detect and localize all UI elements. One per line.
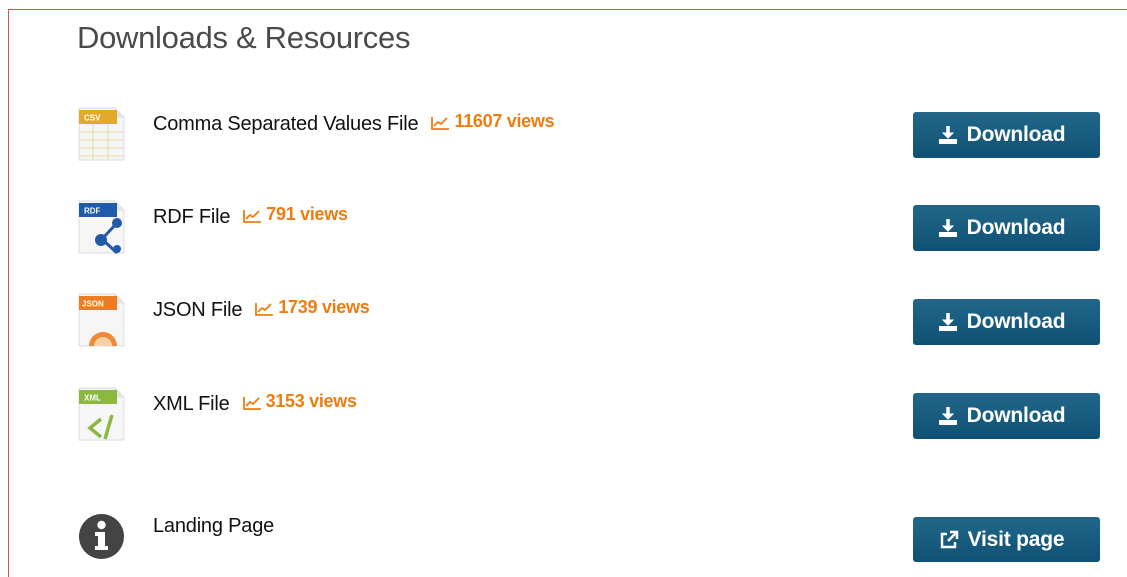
download-button-xml[interactable]: Download <box>913 393 1100 439</box>
rdf-file-icon: RDF <box>77 199 126 255</box>
line-chart-icon <box>255 302 274 316</box>
view-count[interactable]: 11607 views <box>430 111 555 132</box>
view-count-text: 3153 views <box>265 391 357 411</box>
visit-page-button-label: Visit page <box>967 527 1065 551</box>
resource-row-rdf: RDF RDF File 791 views Download <box>0 193 1127 273</box>
file-name: Comma Separated Values File <box>153 112 419 135</box>
svg-text:RDF: RDF <box>84 207 101 216</box>
resource-label: XML File 3153 views <box>153 391 357 416</box>
download-button-label: Download <box>966 404 1066 427</box>
file-name: RDF File <box>153 205 231 228</box>
download-icon <box>938 126 957 144</box>
xml-file-icon: XML <box>77 386 126 442</box>
info-circle-icon <box>78 513 125 560</box>
resource-row-json: JSON JSON File 1739 views Download <box>0 287 1127 367</box>
download-button-label: Download <box>966 216 1066 239</box>
view-count[interactable]: 3153 views <box>242 391 357 412</box>
view-count-text: 791 views <box>266 204 348 224</box>
section-title: Downloads & Resources <box>77 20 411 55</box>
resource-label: RDF File 791 views <box>153 204 348 229</box>
line-chart-icon <box>431 116 450 130</box>
svg-text:CSV: CSV <box>84 114 101 123</box>
line-chart-icon <box>243 209 262 223</box>
file-name: JSON File <box>153 298 243 321</box>
download-icon <box>938 407 957 425</box>
resource-row-csv: CSV Comma Separated Values File 11607 vi… <box>0 100 1127 180</box>
view-count[interactable]: 1739 views <box>254 297 370 318</box>
download-button-json[interactable]: Download <box>913 299 1100 345</box>
download-button-label: Download <box>966 310 1066 333</box>
svg-text:JSON: JSON <box>82 300 104 309</box>
resource-label: JSON File 1739 views <box>153 297 370 322</box>
download-button-label: Download <box>966 123 1066 146</box>
download-button-rdf[interactable]: Download <box>913 205 1100 251</box>
external-link-icon <box>940 530 958 548</box>
download-icon <box>938 219 957 237</box>
csv-file-icon: CSV <box>77 106 126 162</box>
resource-label: Comma Separated Values File 11607 views <box>153 111 555 136</box>
resource-label: Landing Page <box>153 515 274 538</box>
visit-page-button[interactable]: Visit page <box>913 517 1100 562</box>
view-count[interactable]: 791 views <box>242 204 348 225</box>
view-count-text: 1739 views <box>278 297 370 317</box>
resource-row-xml: XML XML File 3153 views Download <box>0 381 1127 461</box>
view-count-text: 11607 views <box>454 111 555 131</box>
download-button-csv[interactable]: Download <box>913 112 1100 158</box>
resource-row-landing: Landing Page Visit page <box>0 505 1127 575</box>
json-file-icon: JSON <box>77 292 126 348</box>
svg-text:XML: XML <box>84 394 101 403</box>
line-chart-icon <box>242 396 261 410</box>
download-icon <box>938 313 957 331</box>
landing-page-label: Landing Page <box>153 515 275 537</box>
file-name: XML File <box>153 392 230 415</box>
